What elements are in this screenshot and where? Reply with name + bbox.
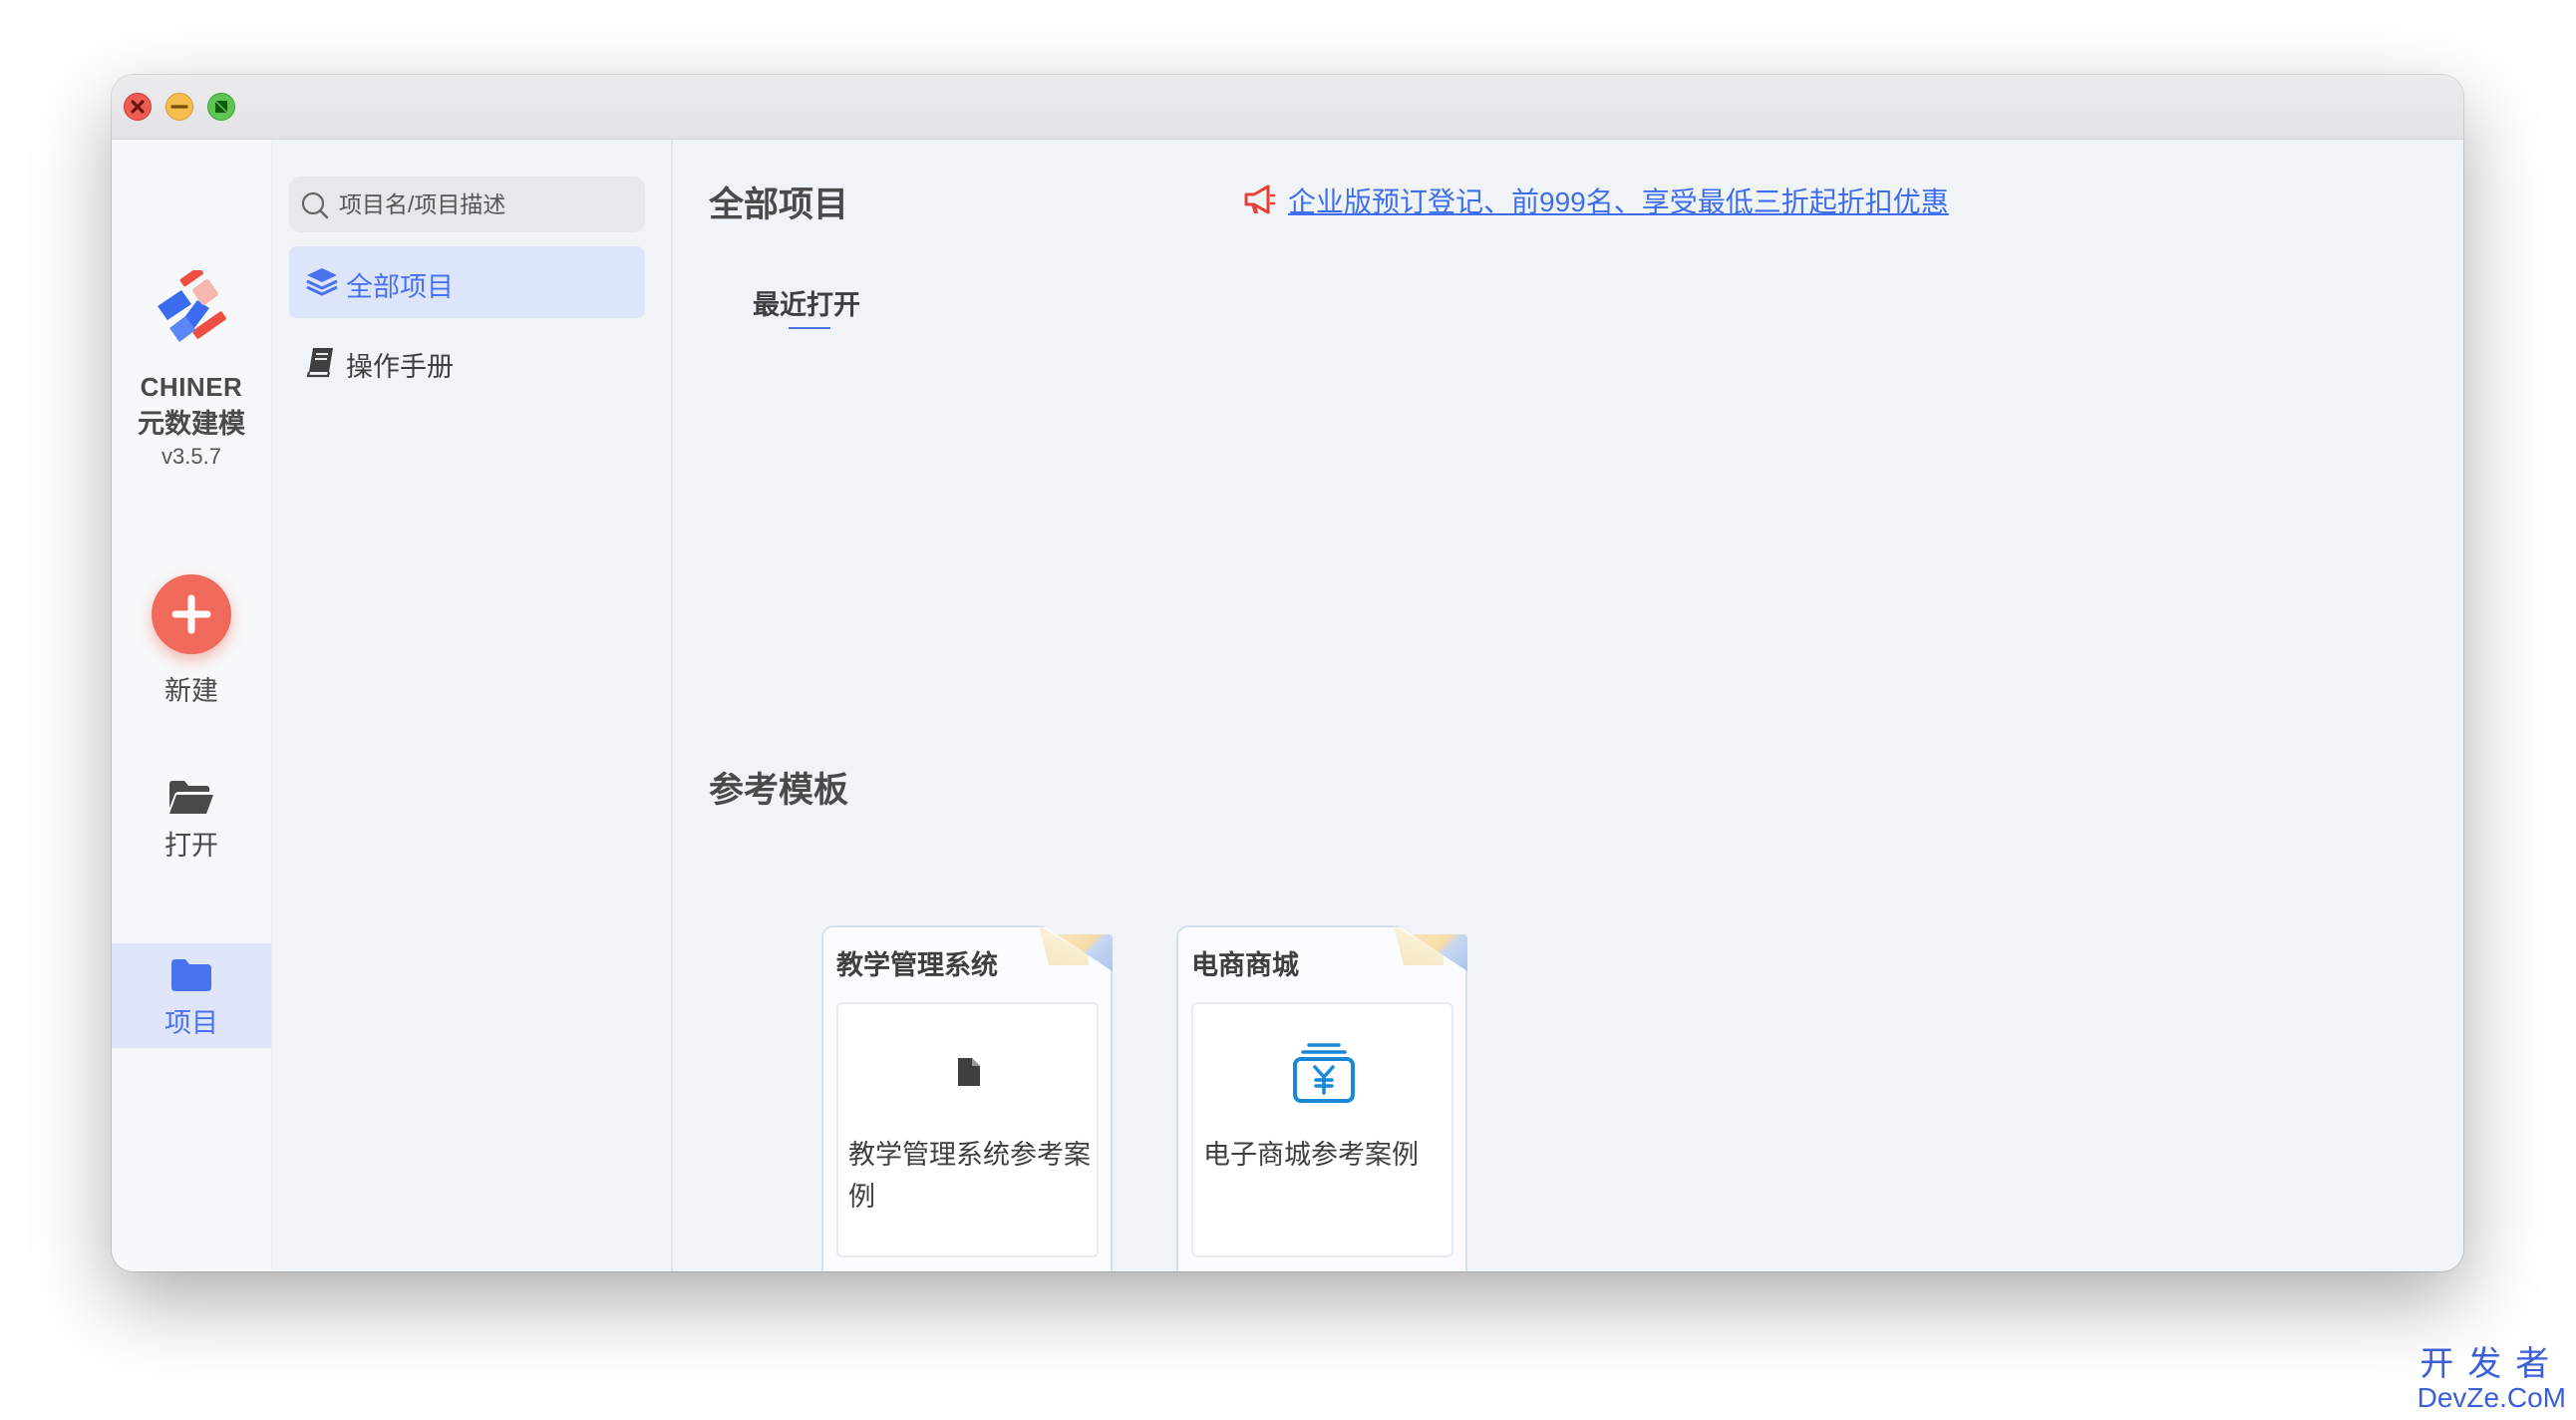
- file-icon: [958, 1058, 980, 1086]
- chiner-logo: [158, 270, 226, 342]
- app-name: CHINER: [140, 372, 243, 402]
- search-icon: [301, 191, 329, 219]
- sidebar-item-label: 操作手册: [346, 352, 454, 382]
- template-card-ecommerce[interactable]: 电商商城 电子商城参考案例: [1176, 925, 1467, 1271]
- template-title: 电商商城: [1191, 950, 1299, 980]
- left-rail: CHINER 元数建模 v3.5.7 新建 打开 项目: [112, 140, 272, 1271]
- sidebar-item-all-projects[interactable]: 全部项目: [289, 246, 645, 318]
- app-version: v3.5.7: [161, 444, 221, 469]
- template-title: 教学管理系统: [836, 950, 998, 980]
- title-bar: [112, 75, 2463, 140]
- yuan-stack-icon: [1293, 1043, 1355, 1103]
- site-watermark: 开发者 DevZe.CoM: [2416, 1344, 2566, 1413]
- watermark-line2: DevZe.CoM: [2416, 1381, 2566, 1413]
- template-description: 教学管理系统参考案例: [848, 1140, 1091, 1212]
- megaphone-icon: [1244, 184, 1276, 214]
- projects-label: 项目: [164, 1008, 218, 1038]
- templates-section-title: 参考模板: [709, 771, 849, 810]
- main-content: 全部项目 企业版预订登记、前999名、享受最低三折起折扣优惠 最近打开 参考模板…: [673, 140, 2463, 1271]
- plus-icon: [171, 594, 211, 634]
- app-window: CHINER 元数建模 v3.5.7 新建 打开 项目 项目名/项目描述 全部项…: [112, 75, 2463, 1271]
- new-project-button[interactable]: 新建: [112, 574, 271, 706]
- active-tab-indicator: [789, 327, 830, 329]
- watermark-line1: 开发者: [2419, 1344, 2564, 1383]
- project-search-box[interactable]: [289, 177, 645, 232]
- layers-icon: [306, 268, 338, 296]
- template-description: 电子商城参考案例: [1203, 1140, 1419, 1170]
- app-subtitle: 元数建模: [138, 409, 245, 439]
- open-label: 打开: [164, 831, 218, 861]
- new-label: 新建: [164, 676, 218, 706]
- template-card-teaching[interactable]: 教学管理系统 教学管理系统参考案例: [821, 925, 1113, 1271]
- tab-recent-opened[interactable]: 最近打开: [753, 283, 860, 322]
- sidebar-item-label: 全部项目: [346, 272, 454, 302]
- promo-link[interactable]: 企业版预订登记、前999名、享受最低三折起折扣优惠: [1288, 180, 1949, 220]
- sidebar-item-manual[interactable]: 操作手册: [289, 326, 645, 398]
- project-sidebar: 全部项目 操作手册: [272, 140, 673, 1271]
- new-plus-button[interactable]: [152, 574, 231, 654]
- page-title: 全部项目: [709, 185, 849, 224]
- projects-nav-button[interactable]: 项目: [112, 943, 271, 1048]
- template-preview: 电子商城参考案例: [1191, 1002, 1453, 1257]
- open-project-button[interactable]: 打开: [112, 778, 271, 868]
- maximize-window-button[interactable]: [207, 93, 235, 121]
- book-icon: [306, 348, 333, 378]
- folder-icon: [171, 959, 211, 991]
- minimize-window-button[interactable]: [165, 93, 193, 121]
- close-window-button[interactable]: [124, 93, 152, 121]
- search-input[interactable]: [339, 177, 633, 232]
- folder-open-icon: [169, 781, 213, 814]
- template-preview: 教学管理系统参考案例: [836, 1002, 1099, 1257]
